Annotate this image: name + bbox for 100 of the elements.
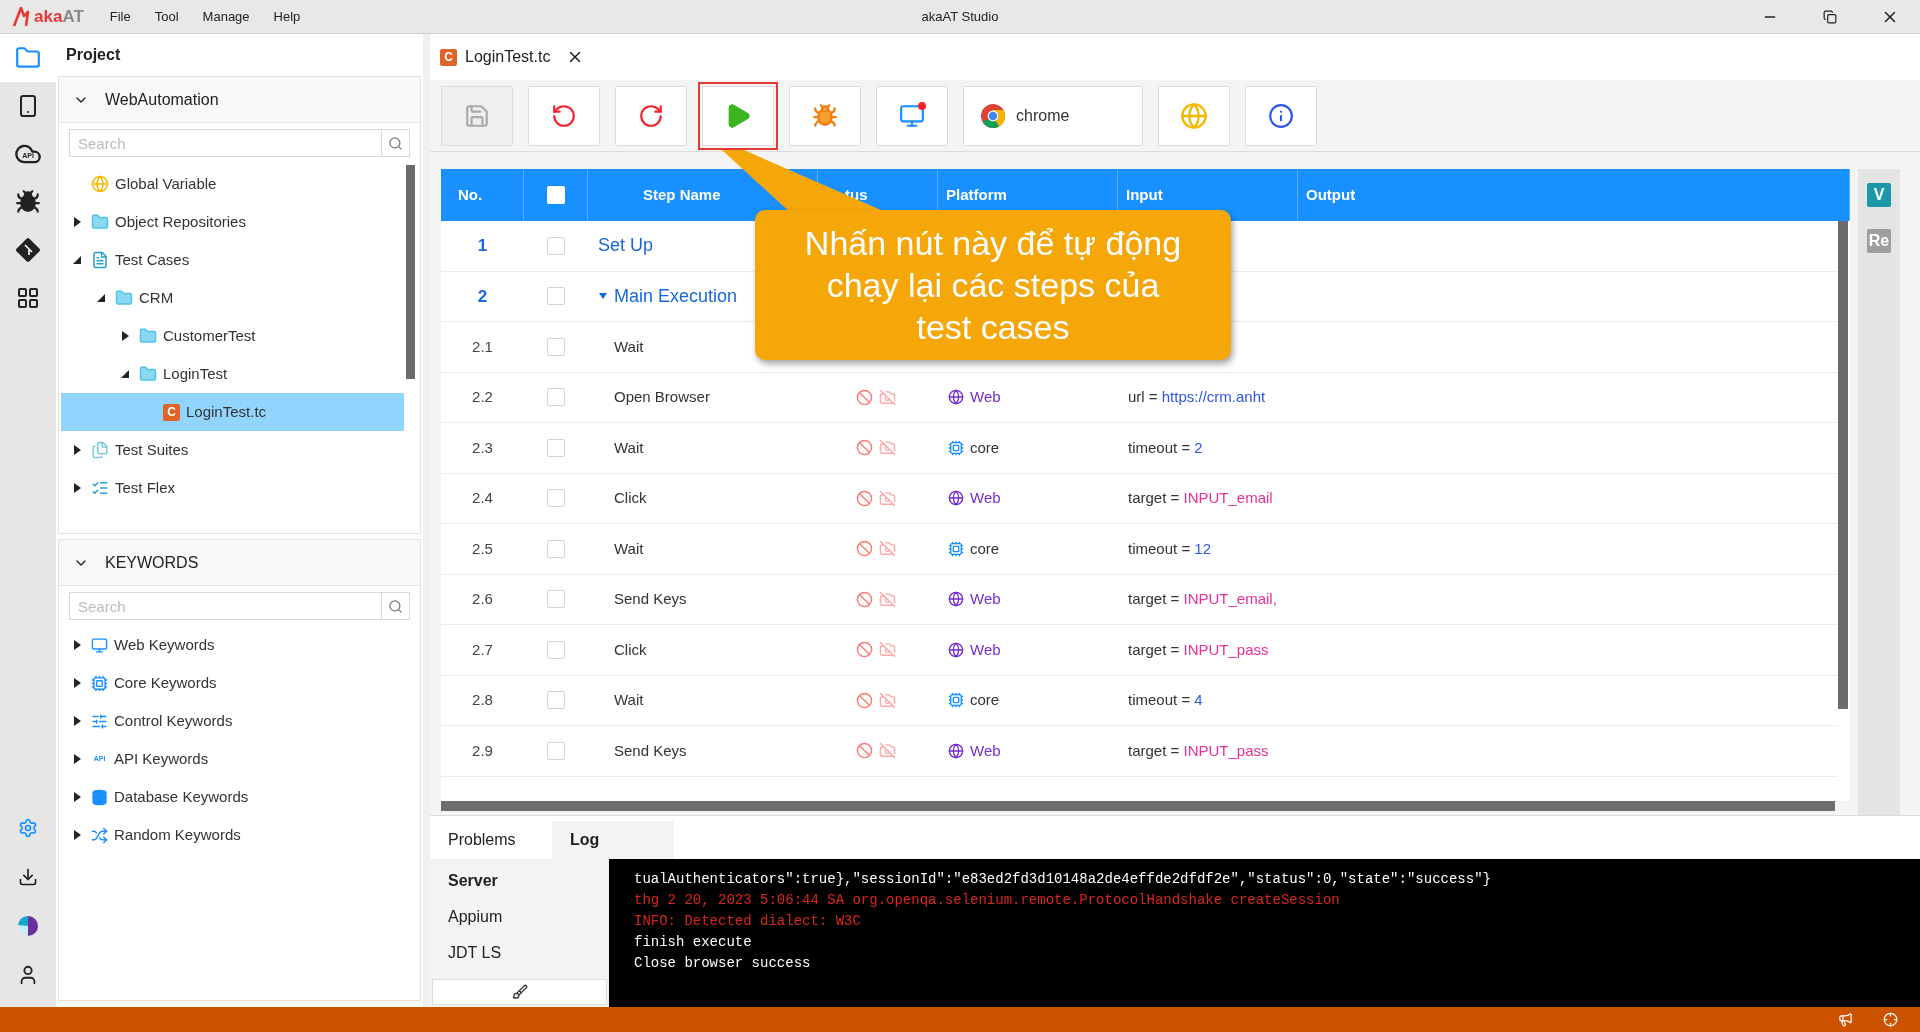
expand-toggle-icon[interactable]: [598, 292, 608, 301]
checkbox[interactable]: [547, 236, 565, 255]
blocked-icon: [856, 590, 873, 608]
tree-item[interactable]: Test Suites: [61, 431, 404, 469]
monitor-icon: [899, 102, 925, 129]
expand-toggle-icon[interactable]: [72, 753, 82, 765]
undo-button[interactable]: [528, 85, 600, 146]
camera-off-icon: [879, 742, 896, 760]
tree-item[interactable]: Global Variable: [61, 165, 404, 203]
megaphone-icon[interactable]: [1838, 1012, 1853, 1027]
restore-icon[interactable]: [1823, 10, 1837, 24]
app-logo: akaAT: [0, 4, 98, 30]
expand-toggle-icon[interactable]: [72, 791, 82, 803]
panel-tab[interactable]: Log: [552, 821, 674, 859]
checkbox[interactable]: [547, 337, 565, 356]
redo-button[interactable]: [615, 85, 687, 146]
chip-icon: [948, 439, 964, 456]
checkbox[interactable]: [547, 539, 565, 558]
expand-toggle-icon[interactable]: [72, 677, 82, 689]
locate-icon[interactable]: [1883, 1012, 1898, 1027]
tree-item[interactable]: CRM: [61, 279, 404, 317]
platform-label: Web: [970, 488, 1001, 508]
scrollbar-thumb[interactable]: [1838, 221, 1848, 709]
checkbox[interactable]: [547, 640, 565, 659]
search-icon[interactable]: [388, 598, 403, 614]
input-value: timeout = 2: [1128, 438, 1203, 456]
remote-button[interactable]: [876, 85, 948, 146]
step-number: 2.8: [472, 690, 493, 710]
column-header: Step Name: [643, 184, 721, 205]
menu-item[interactable]: File: [97, 7, 143, 27]
checkbox[interactable]: [547, 741, 565, 760]
browser-button[interactable]: chrome: [963, 85, 1143, 146]
tree-item[interactable]: Control Keywords: [61, 702, 420, 740]
blocked-icon: [856, 691, 873, 709]
window-title: akaAT Studio: [921, 8, 999, 27]
platform-label: core: [970, 538, 1000, 559]
scrollbar-thumb[interactable]: [406, 165, 415, 379]
info-button[interactable]: [1245, 85, 1317, 146]
tree-item[interactable]: Test Flex: [61, 469, 404, 507]
step-number: 2.1: [472, 336, 493, 357]
input-value: target = INPUT_email,: [1128, 590, 1277, 608]
tree-item[interactable]: LoginTest: [61, 355, 404, 393]
server-item[interactable]: Appium: [430, 899, 609, 935]
tree-item[interactable]: Database Keywords: [61, 778, 420, 816]
menu-item[interactable]: Help: [261, 7, 313, 27]
input-value: timeout = 12: [1128, 539, 1211, 557]
column-header: No.: [458, 184, 483, 205]
expand-toggle-icon[interactable]: [72, 254, 82, 266]
checkbox[interactable]: [547, 438, 565, 457]
expand-toggle-icon[interactable]: [120, 368, 130, 380]
server-item[interactable]: JDT LS: [430, 935, 609, 971]
checkbox[interactable]: [547, 590, 565, 609]
step-number: 2.3: [472, 437, 493, 458]
column-header: Platform: [946, 184, 1007, 205]
checkbox[interactable]: [547, 489, 565, 508]
tree-item[interactable]: C LoginTest.tc: [61, 393, 404, 431]
expand-toggle-icon[interactable]: [72, 715, 82, 727]
blocked-icon: [856, 439, 873, 457]
checkbox[interactable]: [547, 691, 565, 710]
log-line: tualAuthenticators":true},"sessionId":"e83ed2fd3d10148a2de4effde2dfdf2e","status":0,"state":"success"}: [634, 870, 1492, 889]
checkbox[interactable]: [547, 287, 565, 306]
expand-toggle-icon[interactable]: [72, 444, 82, 456]
tree-item[interactable]: Web Keywords: [61, 626, 420, 664]
file-type-icon: C: [163, 403, 180, 421]
search-field[interactable]: Search: [69, 592, 382, 620]
tree-item[interactable]: CustomerTest: [61, 317, 404, 355]
menu-item[interactable]: Tool: [142, 7, 191, 27]
search-icon[interactable]: [388, 135, 403, 151]
search-field[interactable]: Search: [69, 129, 382, 157]
step-number: 2.5: [472, 538, 493, 559]
folder-icon: [91, 213, 109, 231]
server-item[interactable]: Server: [430, 863, 609, 899]
column-header: Input: [1126, 184, 1163, 205]
input-value: target = INPUT_pass: [1128, 640, 1269, 658]
expand-toggle-icon[interactable]: [96, 292, 106, 304]
scrollbar-thumb[interactable]: [441, 801, 1835, 811]
tree-item[interactable]: Random Keywords: [61, 816, 420, 854]
expand-toggle-icon[interactable]: [72, 216, 82, 228]
tree-item[interactable]: Test Cases: [61, 241, 404, 279]
expand-toggle-icon[interactable]: [72, 829, 82, 841]
tree-item[interactable]: Object Repositories: [61, 203, 404, 241]
step-number: 2.7: [472, 639, 493, 660]
debug-button[interactable]: [789, 85, 861, 146]
step-name: Wait: [613, 690, 644, 710]
checkbox[interactable]: [547, 388, 565, 407]
tree-item[interactable]: Core Keywords: [61, 664, 420, 702]
expand-toggle-icon[interactable]: [72, 482, 82, 494]
camera-off-icon: [879, 489, 896, 507]
checkbox[interactable]: [546, 186, 565, 204]
platform-label: Web: [970, 589, 1001, 609]
expand-toggle-icon[interactable]: [72, 639, 82, 651]
menu-item[interactable]: Manage: [190, 7, 262, 27]
section-header[interactable]: KEYWORDS: [59, 540, 420, 586]
expand-toggle-icon[interactable]: [120, 330, 130, 342]
folder-icon: [15, 45, 41, 71]
section-header[interactable]: WebAutomation: [59, 77, 420, 123]
column-header: Output: [1306, 184, 1356, 205]
log-line: Close browser success: [634, 954, 812, 973]
camera-off-icon: [879, 691, 896, 709]
redo-icon: [638, 102, 664, 129]
